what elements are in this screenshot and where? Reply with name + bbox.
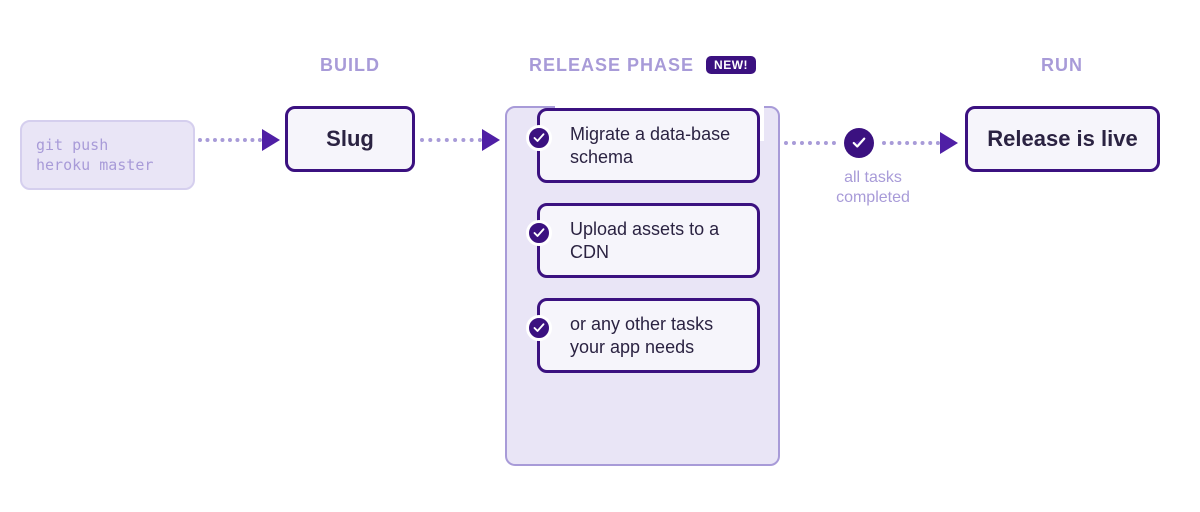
task-item: or any other tasks your app needs	[537, 298, 760, 373]
arrow-build	[198, 132, 282, 148]
arrowhead-icon	[262, 129, 280, 151]
completion-caption: all taskscompleted	[784, 168, 962, 208]
new-badge: NEW!	[706, 56, 756, 74]
check-icon	[526, 125, 552, 151]
arrowhead-icon	[482, 129, 500, 151]
release-live-box: Release is live	[965, 106, 1160, 172]
task-text: Migrate a data-base schema	[570, 124, 730, 167]
header-build: BUILD	[300, 55, 400, 76]
arrowhead-icon	[940, 132, 958, 154]
diagram-canvas: BUILD RELEASE PHASE NEW! RUN git push he…	[0, 0, 1200, 512]
slug-box: Slug	[285, 106, 415, 172]
arrow-release	[420, 132, 502, 148]
task-item: Migrate a data-base schema	[537, 108, 760, 183]
header-release-label: RELEASE PHASE	[529, 55, 694, 75]
git-line-2: heroku master	[36, 155, 153, 175]
task-text: or any other tasks your app needs	[570, 314, 713, 357]
task-item: Upload assets to a CDN	[537, 203, 760, 278]
git-line-1: git push	[36, 135, 153, 155]
header-run: RUN	[1012, 55, 1112, 76]
release-phase-box: Auto-run tasks Migrate a data-base schem…	[505, 106, 780, 466]
check-icon	[844, 128, 874, 158]
check-icon	[526, 220, 552, 246]
git-push-box: git push heroku master	[20, 120, 195, 190]
slug-label: Slug	[326, 126, 374, 152]
header-release: RELEASE PHASE NEW!	[505, 55, 780, 76]
arrow-run: all taskscompleted	[784, 128, 962, 144]
check-icon	[526, 315, 552, 341]
task-text: Upload assets to a CDN	[570, 219, 719, 262]
release-live-label: Release is live	[987, 126, 1137, 152]
